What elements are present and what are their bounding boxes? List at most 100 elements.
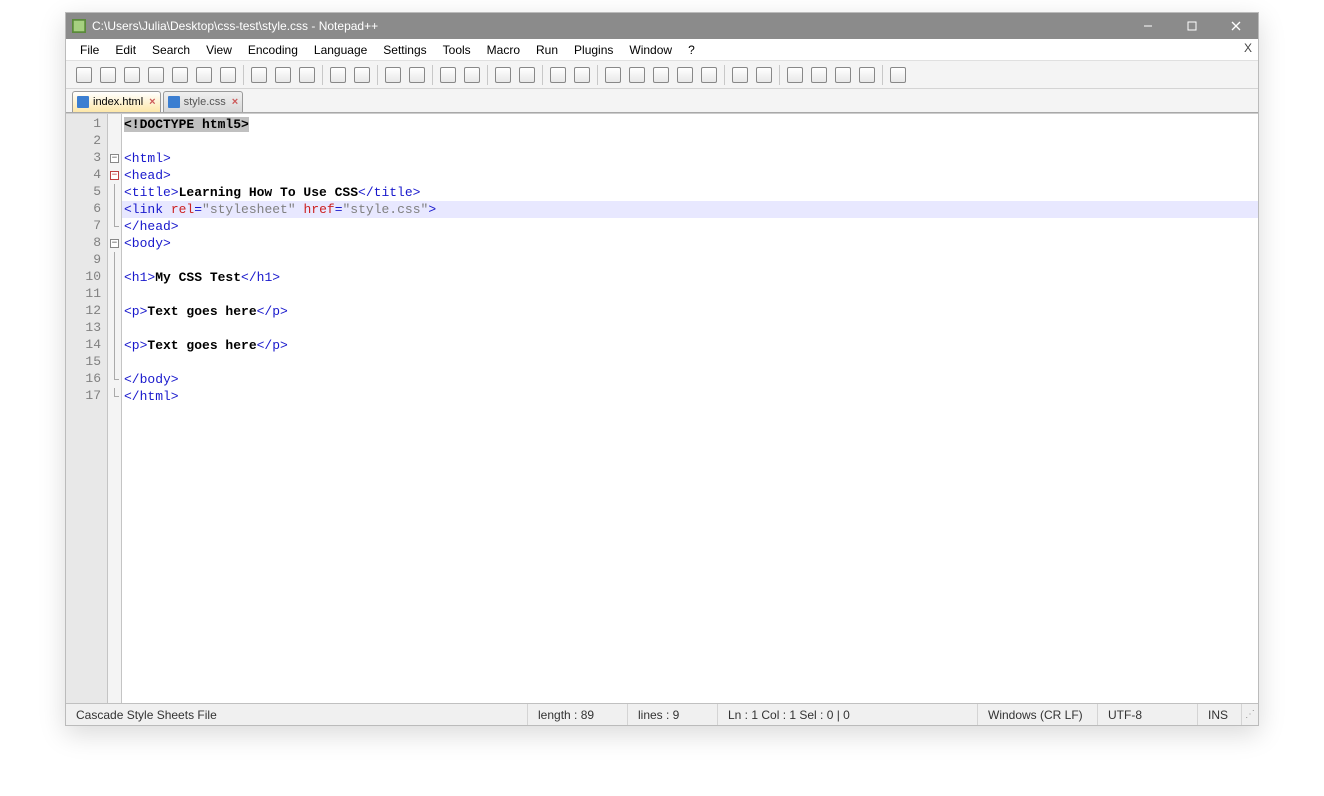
code-line[interactable]: </head> [122,218,1258,235]
tab-close-icon[interactable]: × [149,96,155,108]
code-line[interactable]: <p>Text goes here</p> [122,303,1258,320]
line-number[interactable]: 9 [66,252,107,269]
toolbar-zoom-in-button[interactable] [436,64,460,86]
toolbar-copy-button[interactable] [271,64,295,86]
code-line[interactable]: <!DOCTYPE html5> [122,116,1258,133]
line-number[interactable]: 1 [66,116,107,133]
menu-search[interactable]: Search [144,41,198,59]
fold-cell[interactable]: − [108,150,121,167]
line-number[interactable]: 7 [66,218,107,235]
toolbar-zoom-out-button[interactable] [460,64,484,86]
fold-cell[interactable] [108,320,121,337]
titlebar[interactable]: C:\Users\Julia\Desktop\css-test\style.cs… [66,13,1258,39]
toolbar-print-button[interactable] [216,64,240,86]
code-line[interactable]: <html> [122,150,1258,167]
toolbar-indent-guide-button[interactable] [601,64,625,86]
toolbar-unfold-button[interactable] [673,64,697,86]
line-number[interactable]: 5 [66,184,107,201]
toolbar-fold-button[interactable] [649,64,673,86]
code-line[interactable] [122,320,1258,337]
menu-settings[interactable]: Settings [375,41,434,59]
toolbar-hide-button[interactable] [697,64,721,86]
code-area[interactable]: <!DOCTYPE html5> <html><head><title>Learn… [122,114,1258,703]
toolbar-paste-button[interactable] [295,64,319,86]
code-line[interactable] [122,286,1258,303]
maximize-button[interactable] [1170,13,1214,39]
toolbar-undo-button[interactable] [326,64,350,86]
toolbar-folder-button[interactable] [728,64,752,86]
fold-cell[interactable] [108,252,121,269]
fold-minus-icon[interactable]: − [110,154,119,163]
line-number[interactable]: 2 [66,133,107,150]
line-number[interactable]: 10 [66,269,107,286]
code-line[interactable]: <p>Text goes here</p> [122,337,1258,354]
toolbar-play-multi-button[interactable] [855,64,879,86]
toolbar-monitor-button[interactable] [752,64,776,86]
toolbar-redo-button[interactable] [350,64,374,86]
toolbar-close-all-button[interactable] [192,64,216,86]
code-line[interactable] [122,133,1258,150]
fold-cell[interactable] [108,184,121,201]
toolbar-show-all-button[interactable] [570,64,594,86]
fold-cell[interactable] [108,388,121,405]
menu-edit[interactable]: Edit [107,41,144,59]
menu-window[interactable]: Window [621,41,680,59]
code-line[interactable]: <link rel="stylesheet" href="style.css"> [122,201,1258,218]
menu-file[interactable]: File [72,41,107,59]
toolbar-lang-button[interactable] [625,64,649,86]
toolbar-open-button[interactable] [96,64,120,86]
menu-encoding[interactable]: Encoding [240,41,306,59]
code-line[interactable]: <title>Learning How To Use CSS</title> [122,184,1258,201]
line-number[interactable]: 8 [66,235,107,252]
menu-?[interactable]: ? [680,41,703,59]
fold-minus-icon[interactable]: − [110,171,119,180]
code-line[interactable]: <h1>My CSS Test</h1> [122,269,1258,286]
fold-cell[interactable]: − [108,235,121,252]
toolbar-save-button[interactable] [120,64,144,86]
fold-cell[interactable] [108,218,121,235]
line-number[interactable]: 11 [66,286,107,303]
toolbar-save-all-button[interactable] [144,64,168,86]
fold-minus-icon[interactable]: − [110,239,119,248]
tab-close-icon[interactable]: × [232,96,238,108]
code-line[interactable]: <head> [122,167,1258,184]
toolbar-stop-button[interactable] [807,64,831,86]
fold-cell[interactable] [108,286,121,303]
close-button[interactable] [1214,13,1258,39]
fold-cell[interactable] [108,269,121,286]
menu-plugins[interactable]: Plugins [566,41,621,59]
fold-cell[interactable] [108,133,121,150]
code-line[interactable]: <body> [122,235,1258,252]
toolbar-record-button[interactable] [783,64,807,86]
toolbar-close-button[interactable] [168,64,192,86]
line-number[interactable]: 13 [66,320,107,337]
tab-style-css[interactable]: style.css× [163,91,244,112]
toolbar-cut-button[interactable] [247,64,271,86]
line-number[interactable]: 3 [66,150,107,167]
menu-run[interactable]: Run [528,41,566,59]
fold-cell[interactable] [108,371,121,388]
code-line[interactable] [122,354,1258,371]
menu-view[interactable]: View [198,41,240,59]
menu-language[interactable]: Language [306,41,375,59]
line-number[interactable]: 6 [66,201,107,218]
line-number-gutter[interactable]: 1234567891011121314151617 [66,114,108,703]
line-number[interactable]: 15 [66,354,107,371]
toolbar-sync-v-button[interactable] [491,64,515,86]
code-line[interactable] [122,252,1258,269]
toolbar-new-button[interactable] [72,64,96,86]
toolbar-wrap-button[interactable] [546,64,570,86]
fold-cell[interactable] [108,201,121,218]
toolbar-find-button[interactable] [381,64,405,86]
line-number[interactable]: 12 [66,303,107,320]
line-number[interactable]: 14 [66,337,107,354]
fold-cell[interactable] [108,116,121,133]
code-line[interactable]: </body> [122,371,1258,388]
fold-cell[interactable]: − [108,167,121,184]
line-number[interactable]: 16 [66,371,107,388]
secondary-close-button[interactable]: X [1244,41,1252,55]
toolbar-play-button[interactable] [831,64,855,86]
line-number[interactable]: 4 [66,167,107,184]
tab-index-html[interactable]: index.html× [72,91,161,112]
line-number[interactable]: 17 [66,388,107,405]
